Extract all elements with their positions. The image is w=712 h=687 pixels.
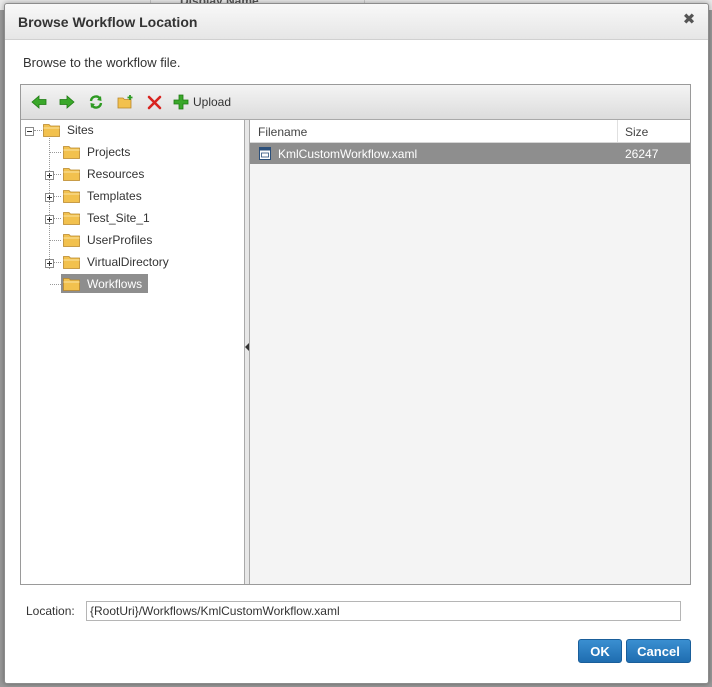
folder-icon — [63, 168, 80, 181]
expand-icon[interactable] — [45, 193, 54, 202]
tree-node-userprofiles[interactable]: UserProfiles — [21, 231, 161, 251]
file-size: 26247 — [625, 147, 659, 161]
location-label: Location: — [26, 604, 75, 618]
tree-node-projects[interactable]: Projects — [21, 143, 141, 163]
folder-icon — [63, 256, 80, 269]
browse-workflow-dialog: Browse Workflow Location ✖ Browse to the… — [4, 3, 709, 684]
tree-node-sites[interactable]: Sites — [21, 121, 121, 141]
column-header-size[interactable]: Size — [625, 125, 648, 139]
tree-node-label: Workflows — [87, 277, 143, 291]
refresh-icon[interactable] — [88, 94, 104, 110]
close-icon[interactable]: ✖ — [682, 12, 696, 27]
dialog-titlebar: Browse Workflow Location ✖ — [5, 4, 708, 40]
delete-icon[interactable] — [147, 94, 163, 110]
plus-icon — [173, 94, 189, 110]
instruction-text: Browse to the workflow file. — [23, 55, 181, 70]
tree-node-resources[interactable]: Resources — [21, 165, 151, 185]
file-list-header: Filename Size — [250, 120, 690, 143]
file-list: Filename Size KmlCustomWorkflow.xaml 262… — [250, 120, 690, 584]
upload-label: Upload — [193, 95, 232, 109]
expand-icon[interactable] — [45, 259, 54, 268]
tree-node-label: Templates — [87, 189, 142, 203]
folder-icon — [63, 278, 80, 291]
folder-tree: Sites Projects Resources Templates Test_… — [21, 120, 245, 584]
tree-node-label: Sites — [67, 123, 94, 137]
dialog-title: Browse Workflow Location — [18, 14, 198, 30]
location-field[interactable] — [86, 601, 681, 621]
collapse-icon[interactable] — [25, 127, 34, 136]
file-name: KmlCustomWorkflow.xaml — [278, 147, 418, 161]
file-row[interactable]: KmlCustomWorkflow.xaml 26247 — [250, 143, 690, 164]
ok-button[interactable]: OK — [578, 639, 622, 663]
new-folder-icon[interactable] — [117, 94, 133, 110]
tree-node-label: VirtualDirectory — [87, 255, 169, 269]
folder-icon — [63, 190, 80, 203]
xaml-file-icon — [259, 147, 271, 160]
tree-node-label: UserProfiles — [87, 233, 153, 247]
expand-icon[interactable] — [45, 215, 54, 224]
column-header-filename[interactable]: Filename — [258, 125, 307, 139]
tree-node-test-site-1[interactable]: Test_Site_1 — [21, 209, 151, 229]
tree-node-virtualdirectory[interactable]: VirtualDirectory — [21, 253, 181, 273]
folder-icon — [43, 124, 60, 137]
tree-node-label: Projects — [87, 145, 131, 159]
tree-node-templates[interactable]: Templates — [21, 187, 151, 207]
tree-node-workflows[interactable]: Workflows — [21, 274, 151, 295]
cancel-button[interactable]: Cancel — [626, 639, 691, 663]
folder-icon — [63, 234, 80, 247]
collapse-arrow-icon[interactable] — [245, 343, 249, 351]
arrow-left-icon[interactable] — [31, 94, 47, 110]
column-divider[interactable] — [617, 120, 618, 142]
expand-icon[interactable] — [45, 171, 54, 180]
file-browser: Upload Sites Projects Resources Template… — [20, 84, 691, 585]
browser-toolbar: Upload — [21, 85, 690, 120]
folder-icon — [63, 146, 80, 159]
tree-node-label: Test_Site_1 — [87, 211, 150, 225]
folder-icon — [63, 212, 80, 225]
tree-node-label: Resources — [87, 167, 145, 181]
arrow-right-icon[interactable] — [59, 94, 75, 110]
